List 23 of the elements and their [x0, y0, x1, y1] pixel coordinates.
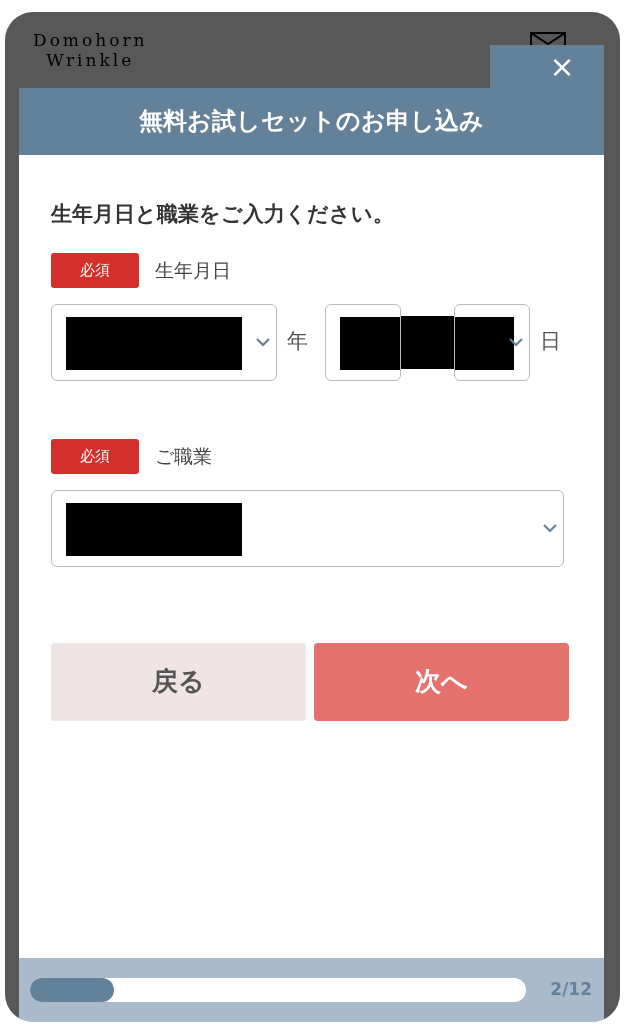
select-field[interactable] — [51, 489, 564, 567]
mail-icon[interactable] — [530, 32, 566, 45]
back-button[interactable]: 戻る — [51, 642, 306, 721]
select-field[interactable] — [325, 303, 401, 381]
form-heading: 生年月日と職業をご入力ください。 — [51, 201, 395, 228]
next-button[interactable]: 次へ — [314, 642, 569, 721]
select-field[interactable] — [454, 303, 530, 381]
redaction-block — [401, 315, 454, 369]
modal-title: 無料お試しセットのお申し込み — [19, 88, 604, 155]
required-badge: 必須 — [51, 252, 139, 288]
required-badge: 必須 — [51, 438, 139, 474]
logo[interactable]: Domohorn Wrinkle — [33, 30, 148, 70]
progress-reading: 2/12 — [550, 978, 592, 1002]
date-suffix: 日 — [540, 328, 561, 356]
chevron-down-icon — [509, 337, 523, 347]
chevron-down-icon — [256, 337, 270, 347]
chevron-down-icon — [543, 523, 557, 533]
close-button[interactable]: × — [490, 45, 604, 89]
redaction-block — [455, 316, 514, 370]
field-label: 生年月日 — [155, 257, 231, 283]
field-label: ご職業 — [155, 443, 212, 469]
date-suffix: 年 — [287, 328, 308, 356]
select-field[interactable] — [51, 303, 277, 381]
